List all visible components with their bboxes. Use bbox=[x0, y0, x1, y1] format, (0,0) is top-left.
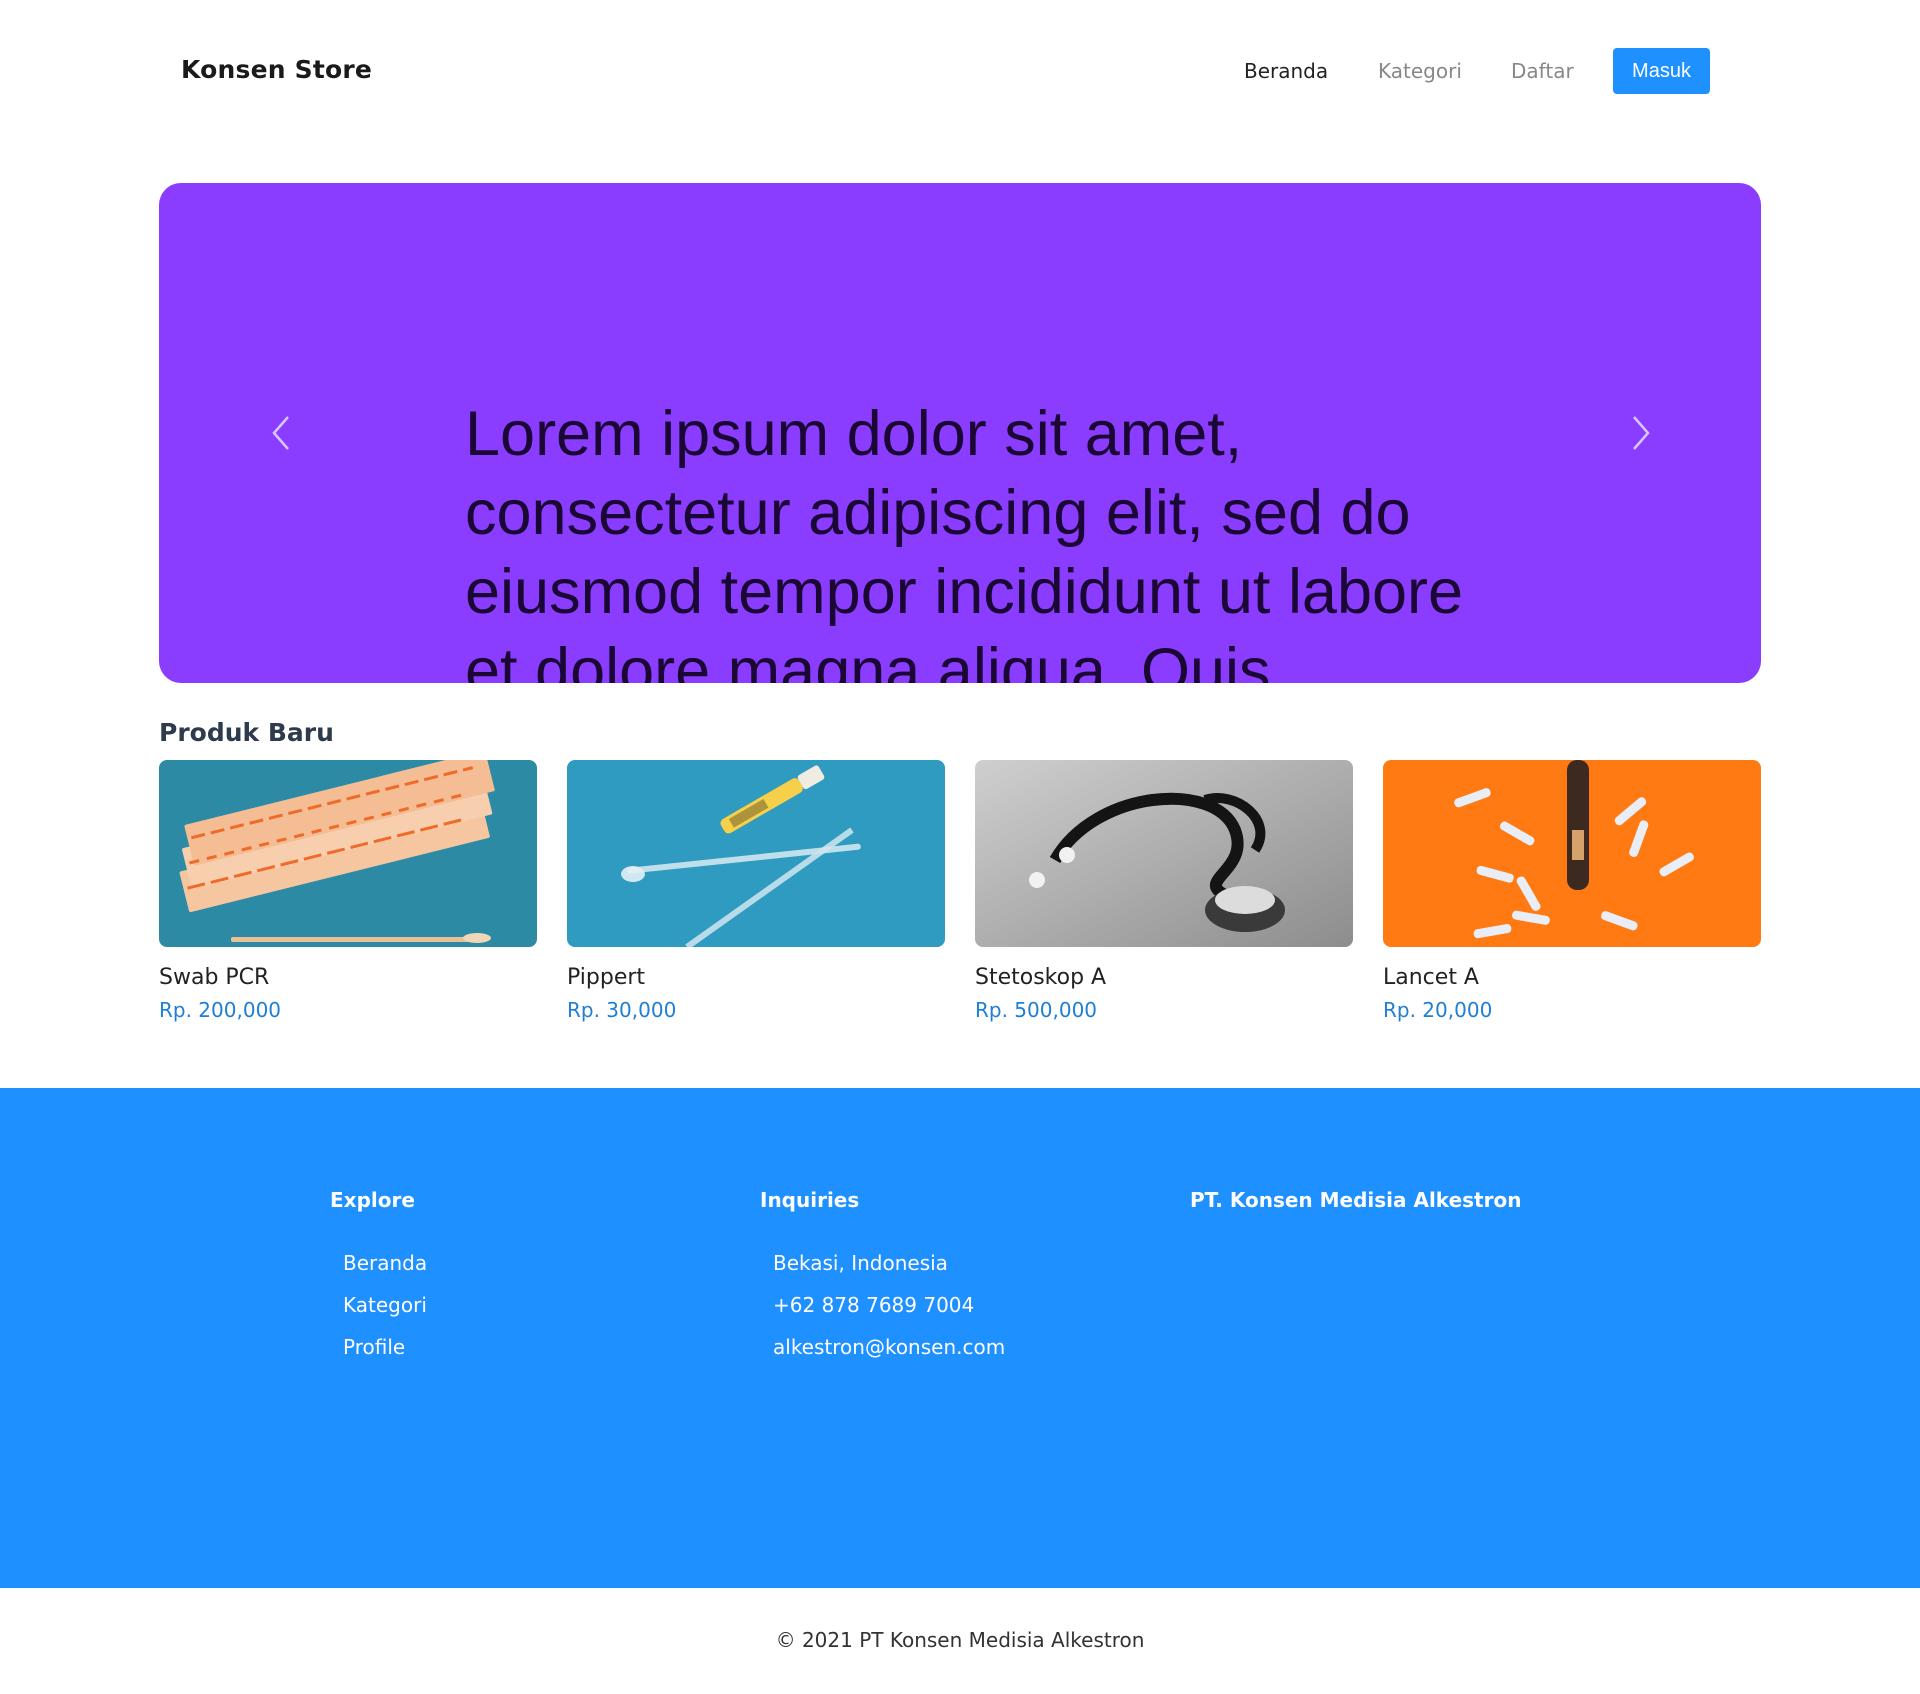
product-image[interactable] bbox=[975, 760, 1353, 947]
product-image[interactable] bbox=[1383, 760, 1761, 947]
footer-inquiries: Inquiries Bekasi, Indonesia +62 878 7689… bbox=[760, 1188, 1005, 1376]
copyright-text: © 2021 PT Konsen Medisia Alkestron bbox=[775, 1628, 1145, 1652]
navbar: Konsen Store Beranda Kategori Daftar Mas… bbox=[0, 0, 1920, 145]
footer-explore: Explore Beranda Kategori Profile bbox=[330, 1188, 427, 1376]
footer-email[interactable]: alkestron@konsen.com bbox=[773, 1334, 1005, 1376]
nav-link-kategori[interactable]: Kategori bbox=[1378, 59, 1462, 83]
hero-carousel: Lorem ipsum dolor sit amet, consectetur … bbox=[159, 183, 1761, 683]
product-card[interactable]: Swab PCR Rp. 200,000 bbox=[159, 760, 537, 1022]
product-price: Rp. 200,000 bbox=[159, 998, 282, 1022]
footer: Explore Beranda Kategori Profile Inquiri… bbox=[0, 1088, 1920, 1588]
product-price: Rp. 30,000 bbox=[567, 998, 677, 1022]
footer-link-beranda[interactable]: Beranda bbox=[343, 1250, 427, 1292]
chevron-right-icon bbox=[1633, 416, 1650, 450]
product-name[interactable]: Swab PCR bbox=[159, 965, 537, 990]
footer-phone[interactable]: +62 878 7689 7004 bbox=[773, 1292, 1005, 1334]
footer-inquiries-title: Inquiries bbox=[760, 1188, 860, 1212]
nav-link-beranda[interactable]: Beranda bbox=[1244, 59, 1328, 83]
brand-logo[interactable]: Konsen Store bbox=[181, 55, 372, 84]
product-price: Rp. 500,000 bbox=[975, 998, 1098, 1022]
footer-explore-title: Explore bbox=[330, 1188, 415, 1212]
product-grid: Swab PCR Rp. 200,000 Pippert Rp. 30,000 bbox=[159, 760, 1761, 1030]
product-image[interactable] bbox=[567, 760, 945, 947]
section-title-produk-baru: Produk Baru bbox=[159, 718, 334, 747]
footer-company: PT. Konsen Medisia Alkestron bbox=[1190, 1188, 1521, 1250]
product-card[interactable]: Pippert Rp. 30,000 bbox=[567, 760, 945, 1022]
product-card[interactable]: Stetoskop A Rp. 500,000 bbox=[975, 760, 1353, 1022]
product-card[interactable]: Lancet A Rp. 20,000 bbox=[1383, 760, 1761, 1022]
carousel-prev-button[interactable] bbox=[259, 411, 303, 455]
hero-text: Lorem ipsum dolor sit amet, consectetur … bbox=[465, 399, 1464, 683]
product-name[interactable]: Stetoskop A bbox=[975, 965, 1353, 990]
login-button[interactable]: Masuk bbox=[1613, 48, 1710, 94]
nav-link-daftar[interactable]: Daftar bbox=[1511, 59, 1574, 83]
product-price: Rp. 20,000 bbox=[1383, 998, 1493, 1022]
product-name[interactable]: Lancet A bbox=[1383, 965, 1761, 990]
footer-address: Bekasi, Indonesia bbox=[773, 1251, 948, 1275]
footer-link-profile[interactable]: Profile bbox=[343, 1334, 427, 1376]
chevron-left-icon bbox=[272, 416, 289, 450]
footer-company-title: PT. Konsen Medisia Alkestron bbox=[1190, 1188, 1522, 1212]
product-name[interactable]: Pippert bbox=[567, 965, 945, 990]
carousel-next-button[interactable] bbox=[1619, 411, 1663, 455]
product-image[interactable] bbox=[159, 760, 537, 947]
footer-link-kategori[interactable]: Kategori bbox=[343, 1292, 427, 1334]
